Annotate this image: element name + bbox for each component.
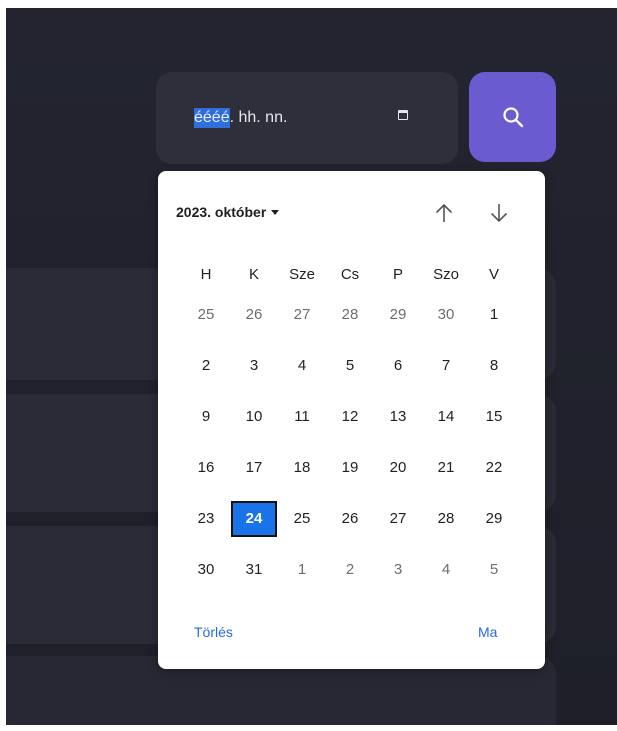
calendar-icon[interactable] — [398, 110, 408, 120]
calendar-week-row: 23 24 25 26 27 28 29 — [182, 493, 518, 544]
clear-button[interactable]: Törlés — [194, 624, 233, 640]
date-picker-popup: 2023. október H K Sze Cs P Szo V 25 26 27 28 29 30 1… — [158, 171, 545, 669]
calendar-day-other-month[interactable]: 28 — [326, 297, 374, 333]
calendar-day[interactable]: 22 — [470, 450, 518, 486]
arrow-up-icon — [435, 203, 453, 222]
calendar-day[interactable]: 6 — [374, 348, 422, 384]
calendar-day-other-month[interactable]: 30 — [422, 297, 470, 333]
calendar-day[interactable]: 27 — [374, 501, 422, 537]
calendar-day-other-month[interactable]: 4 — [422, 552, 470, 588]
calendar-day[interactable]: 15 — [470, 399, 518, 435]
calendar-week-row: 30 31 1 2 3 4 5 — [182, 544, 518, 595]
calendar-day-other-month[interactable]: 26 — [230, 297, 278, 333]
calendar-day-selected[interactable]: 24 — [231, 500, 277, 537]
calendar-day[interactable]: 4 — [278, 348, 326, 384]
date-month-day-segments[interactable]: . hh. nn. — [230, 109, 288, 127]
calendar-day[interactable]: 21 — [422, 450, 470, 486]
date-input[interactable]: éééé. hh. nn. — [156, 72, 458, 164]
calendar-day-other-month[interactable]: 27 — [278, 297, 326, 333]
month-year-label: 2023. október — [176, 204, 267, 220]
calendar-day[interactable]: 11 — [278, 399, 326, 435]
calendar-day[interactable]: 13 — [374, 399, 422, 435]
calendar-day[interactable]: 28 — [422, 501, 470, 537]
calendar-day[interactable]: 26 — [326, 501, 374, 537]
calendar-day[interactable]: 2 — [182, 348, 230, 384]
calendar-day-other-month[interactable]: 29 — [374, 297, 422, 333]
weekday-label: Cs — [340, 265, 360, 283]
calendar-day[interactable]: 16 — [182, 450, 230, 486]
calendar-day-other-month[interactable]: 3 — [374, 552, 422, 588]
calendar-day[interactable]: 7 — [422, 348, 470, 384]
weekday-label: Szo — [433, 265, 459, 283]
calendar-day[interactable]: 14 — [422, 399, 470, 435]
weekday-header-row: H K Sze Cs P Szo V — [182, 259, 518, 289]
calendar-day[interactable]: 19 — [326, 450, 374, 486]
calendar-day[interactable]: 23 — [182, 501, 230, 537]
calendar-day-other-month[interactable]: 1 — [278, 552, 326, 588]
calendar-day[interactable]: 10 — [230, 399, 278, 435]
calendar-day[interactable]: 9 — [182, 399, 230, 435]
weekday-label: Sze — [289, 265, 315, 283]
calendar-week-row: 9 10 11 12 13 14 15 — [182, 391, 518, 442]
date-year-segment[interactable]: éééé — [194, 108, 230, 128]
weekday-label: V — [488, 265, 499, 283]
previous-month-button[interactable] — [432, 201, 456, 225]
calendar-week-row: 25 26 27 28 29 30 1 — [182, 289, 518, 340]
search-button[interactable] — [469, 72, 556, 162]
calendar-day[interactable]: 5 — [326, 348, 374, 384]
calendar-day[interactable]: 29 — [470, 501, 518, 537]
next-month-button[interactable] — [487, 201, 511, 225]
calendar-day-other-month[interactable]: 25 — [182, 297, 230, 333]
arrow-down-icon — [490, 204, 508, 223]
calendar-day[interactable]: 31 — [230, 552, 278, 588]
today-button[interactable]: Ma — [478, 624, 497, 640]
calendar-day[interactable]: 20 — [374, 450, 422, 486]
calendar-day[interactable]: 3 — [230, 348, 278, 384]
search-icon — [503, 107, 524, 128]
calendar-day[interactable]: 30 — [182, 552, 230, 588]
calendar-day[interactable]: 25 — [278, 501, 326, 537]
weekday-label: K — [248, 265, 259, 283]
calendar-day-other-month[interactable]: 2 — [326, 552, 374, 588]
weekday-label: P — [392, 265, 403, 283]
calendar-day[interactable]: 17 — [230, 450, 278, 486]
weekday-label: H — [200, 265, 212, 283]
page: éééé. hh. nn. 2023. október H K Sze Cs P Szo V — [0, 0, 617, 731]
calendar-day[interactable]: 12 — [326, 399, 374, 435]
calendar-grid: H K Sze Cs P Szo V 25 26 27 28 29 30 1 2 3 4 5 6 7 8 9 10 11 12… — [182, 259, 518, 595]
month-year-selector[interactable]: 2023. október — [176, 204, 280, 220]
calendar-day[interactable]: 1 — [470, 297, 518, 333]
calendar-day[interactable]: 18 — [278, 450, 326, 486]
calendar-day[interactable]: 8 — [470, 348, 518, 384]
calendar-day-other-month[interactable]: 5 — [470, 552, 518, 588]
calendar-week-row: 2345678 — [182, 340, 518, 391]
calendar-week-row: 16 17 18 19 20 21 22 — [182, 442, 518, 493]
caret-down-icon — [271, 210, 280, 215]
